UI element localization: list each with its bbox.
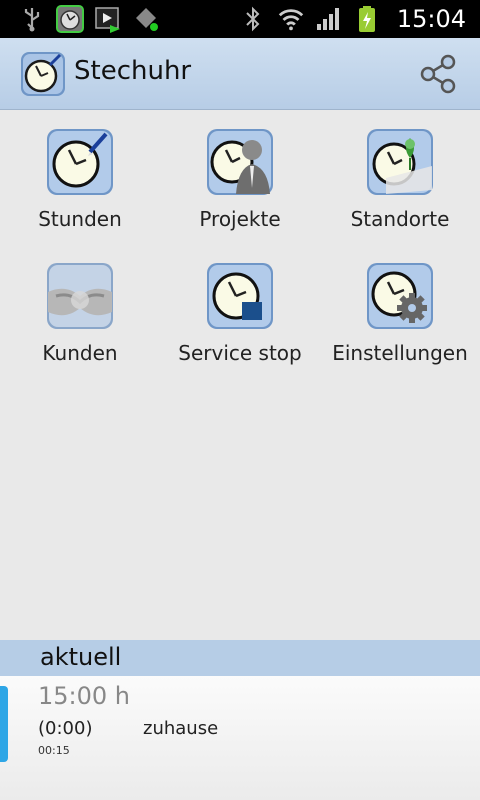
current-elapsed: 00:15 — [38, 744, 70, 757]
clock-location-icon — [366, 128, 434, 196]
current-entry[interactable]: 15:00 h (0:00) zuhause 00:15 — [0, 676, 480, 800]
status-right-icons: 15:04 — [239, 4, 466, 34]
tile-standorte[interactable]: Standorte — [320, 128, 480, 233]
clock-pen-icon — [46, 128, 114, 196]
tile-service-stop[interactable]: Service stop — [160, 262, 320, 367]
tile-label: Service stop — [178, 341, 302, 365]
current-header-title: aktuell — [40, 643, 122, 671]
status-left-icons — [18, 5, 160, 33]
app-title: Stechuhr — [74, 56, 192, 86]
tile-label: Standorte — [350, 207, 450, 231]
usb-icon — [18, 5, 46, 33]
action-bar: Stechuhr — [0, 38, 480, 110]
status-bar: 15:04 — [0, 0, 480, 38]
current-section-header: aktuell — [0, 640, 480, 676]
current-time: 15:00 h — [38, 682, 131, 710]
bluetooth-icon — [239, 5, 267, 33]
handshake-icon — [46, 262, 114, 330]
wifi-icon — [277, 5, 305, 33]
status-time: 15:04 — [396, 5, 466, 33]
tile-projekte[interactable]: Projekte — [160, 128, 320, 233]
battery-charging-icon — [353, 5, 381, 33]
gps-icon — [132, 5, 160, 33]
tile-stunden[interactable]: Stunden — [0, 128, 160, 233]
clock-person-icon — [206, 128, 274, 196]
media-player-icon — [94, 5, 122, 33]
current-duration: (0:00) — [38, 718, 93, 739]
signal-icon — [315, 5, 343, 33]
tile-label: Kunden — [42, 341, 118, 365]
tile-kunden[interactable]: Kunden — [0, 262, 160, 367]
app-clock-icon[interactable] — [20, 51, 66, 97]
current-accent-bar — [0, 686, 8, 762]
tile-label: Stunden — [38, 207, 122, 231]
current-location: zuhause — [143, 718, 219, 739]
clock-stop-icon — [206, 262, 274, 330]
tile-label: Einstellungen — [332, 341, 468, 365]
tile-label: Projekte — [199, 207, 281, 231]
clock-app-icon — [56, 5, 84, 33]
tile-einstellungen[interactable]: Einstellungen — [320, 262, 480, 367]
clock-gear-icon — [366, 262, 434, 330]
share-icon[interactable] — [418, 54, 458, 94]
